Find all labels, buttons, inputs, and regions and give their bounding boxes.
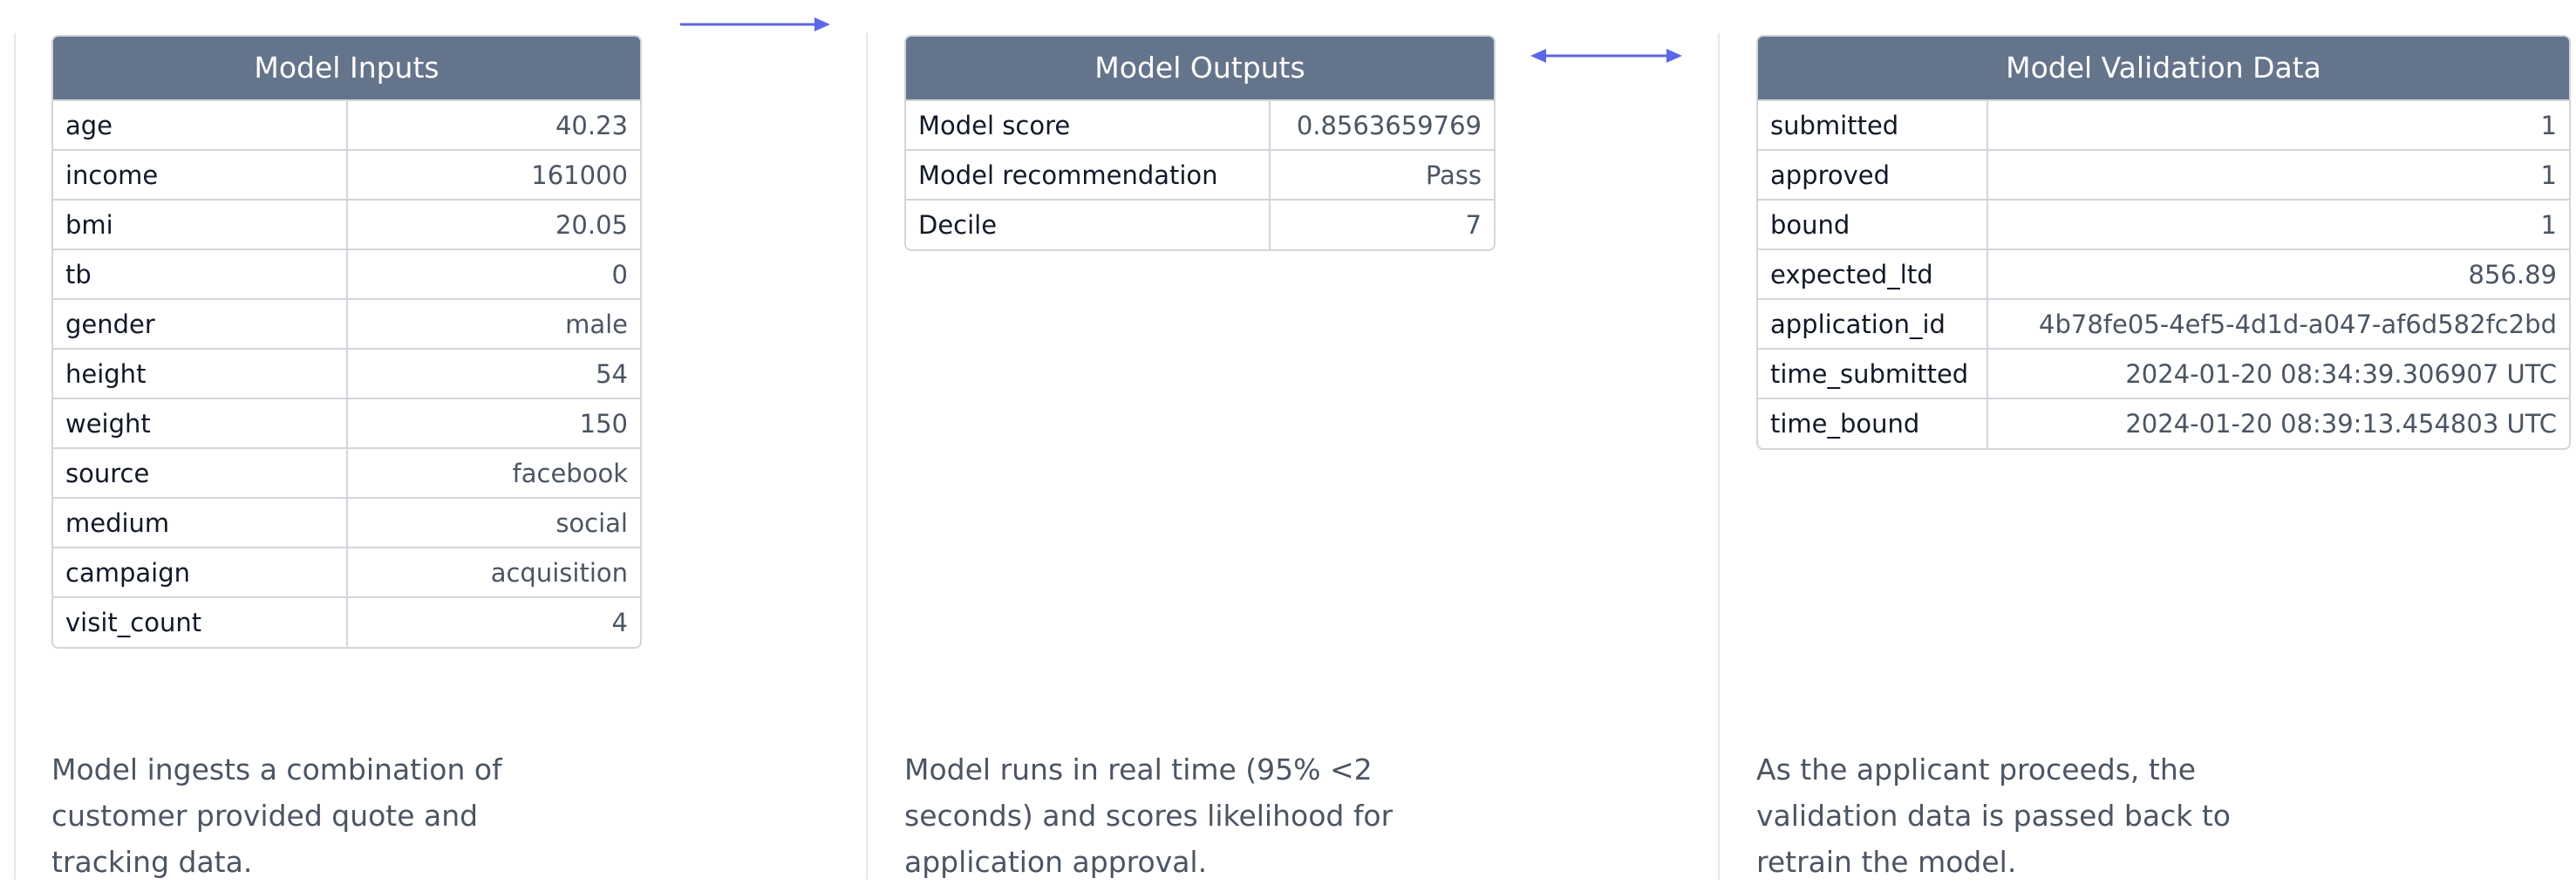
input-row: campaign acquisition <box>53 547 640 597</box>
row-value: Pass <box>1270 149 1494 200</box>
row-value: acquisition <box>347 547 640 597</box>
row-value: 2024-01-20 08:34:39.306907 UTC <box>1987 348 2569 398</box>
validation-row: time_bound 2024-01-20 08:39:13.454803 UTC <box>1758 398 2569 448</box>
row-label: Decile <box>906 199 1271 249</box>
output-row: Model recommendation Pass <box>906 149 1494 200</box>
input-row: income 161000 <box>53 149 640 200</box>
model-outputs-table: Model score 0.8563659769 Model recommendat… <box>906 99 1494 249</box>
input-row: source facebook <box>53 447 640 498</box>
column-divider <box>1718 33 1720 880</box>
model-inputs-table: age 40.23 income 161000 bmi 20.05 tb 0 gender mal… <box>53 99 640 647</box>
row-label: source <box>53 447 348 498</box>
input-row: visit_count 4 <box>53 596 640 647</box>
row-label: tb <box>53 248 348 299</box>
input-row: height 54 <box>53 348 640 398</box>
model-inputs-panel: Model Inputs age 40.23 income 161000 bmi 20.0… <box>51 35 642 649</box>
model-outputs-panel: Model Outputs Model score 0.8563659769 Mod… <box>904 35 1496 251</box>
row-value: 4 <box>347 596 640 647</box>
row-value: 20.05 <box>347 199 640 249</box>
input-row: weight 150 <box>53 398 640 448</box>
input-row: medium social <box>53 497 640 548</box>
row-label: Model score <box>906 99 1271 150</box>
row-value: 0.8563659769 <box>1270 99 1494 150</box>
column-divider <box>866 33 868 880</box>
model-validation-table: submitted 1 approved 1 bound 1 expected_ltd 856… <box>1758 99 2569 448</box>
model-inputs-title: Model Inputs <box>53 37 640 99</box>
row-label: bmi <box>53 199 348 249</box>
row-label: height <box>53 348 348 398</box>
model-outputs-description: Model runs in real time (95% <2 seconds)… <box>904 752 1394 879</box>
input-row: gender male <box>53 298 640 349</box>
input-row: bmi 20.05 <box>53 199 640 249</box>
input-row: tb 0 <box>53 248 640 299</box>
output-row: Model score 0.8563659769 <box>906 99 1494 150</box>
row-label: visit_count <box>53 596 348 647</box>
validation-row: expected_ltd 856.89 <box>1758 248 2569 299</box>
validation-row: bound 1 <box>1758 199 2569 249</box>
row-label: time_submitted <box>1758 348 1988 398</box>
arrow-bidirectional-icon <box>1530 49 1682 63</box>
row-label: submitted <box>1758 99 1988 150</box>
validation-row: submitted 1 <box>1758 99 2569 150</box>
model-validation-title: Model Validation Data <box>1758 37 2569 99</box>
row-label: time_bound <box>1758 398 1988 448</box>
row-value: 161000 <box>347 149 640 200</box>
row-label: Model recommendation <box>906 149 1271 200</box>
row-label: age <box>53 99 348 150</box>
model-validation-description: As the applicant proceeds, the validatio… <box>1756 752 2231 879</box>
row-value: 1 <box>1987 149 2569 200</box>
row-value: 40.23 <box>347 99 640 150</box>
row-value: 0 <box>347 248 640 299</box>
row-label: campaign <box>53 547 348 597</box>
validation-row: application_id 4b78fe05-4ef5-4d1d-a047-af… <box>1758 298 2569 349</box>
model-outputs-title: Model Outputs <box>906 37 1494 99</box>
row-label: approved <box>1758 149 1988 200</box>
row-label: medium <box>53 497 348 548</box>
row-label: bound <box>1758 199 1988 249</box>
validation-row: approved 1 <box>1758 149 2569 200</box>
arrow-right-icon <box>680 17 830 31</box>
output-row: Decile 7 <box>906 199 1494 249</box>
row-label: income <box>53 149 348 200</box>
row-value: 54 <box>347 348 640 398</box>
validation-row: time_submitted 2024-01-20 08:34:39.306907… <box>1758 348 2569 398</box>
row-value: 1 <box>1987 199 2569 249</box>
row-label: application_id <box>1758 298 1988 349</box>
row-value: 1 <box>1987 99 2569 150</box>
row-label: expected_ltd <box>1758 248 1988 299</box>
row-value: 7 <box>1270 199 1494 249</box>
column-divider <box>14 33 16 880</box>
row-value: 856.89 <box>1987 248 2569 299</box>
row-label: gender <box>53 298 348 349</box>
row-value: 2024-01-20 08:39:13.454803 UTC <box>1987 398 2569 448</box>
row-value: 4b78fe05-4ef5-4d1d-a047-af6d582fc2bd <box>1987 298 2569 349</box>
row-label: weight <box>53 398 348 448</box>
row-value: social <box>347 497 640 548</box>
row-value: 150 <box>347 398 640 448</box>
model-validation-panel: Model Validation Data submitted 1 approved… <box>1756 35 2571 450</box>
model-inputs-description: Model ingests a combination of customer … <box>51 752 502 879</box>
row-value: male <box>347 298 640 349</box>
row-value: facebook <box>347 447 640 498</box>
input-row: age 40.23 <box>53 99 640 150</box>
